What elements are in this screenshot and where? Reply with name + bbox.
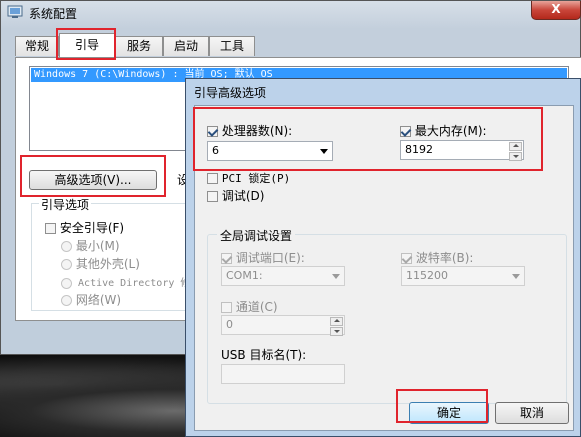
debug-row[interactable]: 调试(D) [207,187,264,204]
spinner-arrows [330,317,343,336]
baud-rate-row: 波特率(B): [401,249,473,266]
pci-lock-row[interactable]: PCI 锁定(P) [207,170,290,186]
channel-label: 通道(C) [235,300,278,314]
cancel-button[interactable]: 取消 [495,402,569,424]
minimal-label: 最小(M) [75,239,120,253]
tab-tools[interactable]: 工具 [209,36,255,56]
active-directory-label: Active Directory 修 [78,278,191,289]
pci-lock-label: PCI 锁定(P) [221,172,291,185]
highlight-cpu-memory [193,107,543,171]
debug-port-value: COM1: [226,269,263,282]
minimal-radio[interactable] [61,241,72,252]
channel-row: 通道(C) [221,298,278,315]
safe-boot-network-row[interactable]: 网络(W) [61,291,121,308]
safe-boot-ad-row[interactable]: Active Directory 修 [61,274,190,289]
highlight-ok-button [396,389,488,423]
debug-port-label: 调试端口(E): [235,251,305,265]
debug-port-row: 调试端口(E): [221,249,305,266]
debug-port-select: COM1: [221,266,345,286]
alternate-shell-radio[interactable] [61,259,72,270]
safe-boot-altshell-row[interactable]: 其他外壳(L) [61,255,140,272]
safe-boot-row[interactable]: 安全引导(F) [45,219,124,236]
global-debug-title: 全局调试设置 [217,227,296,244]
debug-checkbox[interactable] [207,191,218,202]
tab-services[interactable]: 服务 [115,36,163,56]
highlight-boot-tab [56,28,116,60]
baud-rate-checkbox [401,253,412,264]
channel-spinner: 0 [221,315,345,336]
safe-boot-checkbox[interactable] [45,223,56,234]
chevron-down-icon [512,274,520,279]
boot-options-title: 引导选项 [39,196,92,213]
chevron-down-icon [332,274,340,279]
network-label: 网络(W) [75,293,122,307]
debug-port-checkbox [221,253,232,264]
usb-target-input [221,364,345,384]
alternate-shell-label: 其他外壳(L) [75,257,140,271]
active-directory-radio[interactable] [61,277,72,289]
safe-boot-label: 安全引导(F) [59,221,125,235]
highlight-advanced-button [20,155,166,197]
close-button[interactable]: X [531,1,581,20]
system-config-icon [7,5,23,18]
pci-lock-checkbox[interactable] [207,173,218,184]
tab-general[interactable]: 常规 [15,36,59,56]
channel-checkbox [221,302,232,313]
channel-value: 0 [226,318,233,331]
usb-target-label: USB 目标名(T): [221,348,307,362]
baud-rate-label: 波特率(B): [415,251,474,265]
debug-label: 调试(D) [221,189,265,203]
spin-down-icon [330,327,343,336]
network-radio[interactable] [61,295,72,306]
safe-boot-minimal-row[interactable]: 最小(M) [61,237,120,254]
baud-rate-value: 115200 [406,269,448,282]
window-title: 系统配置 [29,7,78,21]
tab-startup[interactable]: 启动 [163,36,209,56]
spin-up-icon [330,317,343,326]
baud-rate-select: 115200 [401,266,525,286]
dialog-title: 引导高级选项 [194,86,267,100]
